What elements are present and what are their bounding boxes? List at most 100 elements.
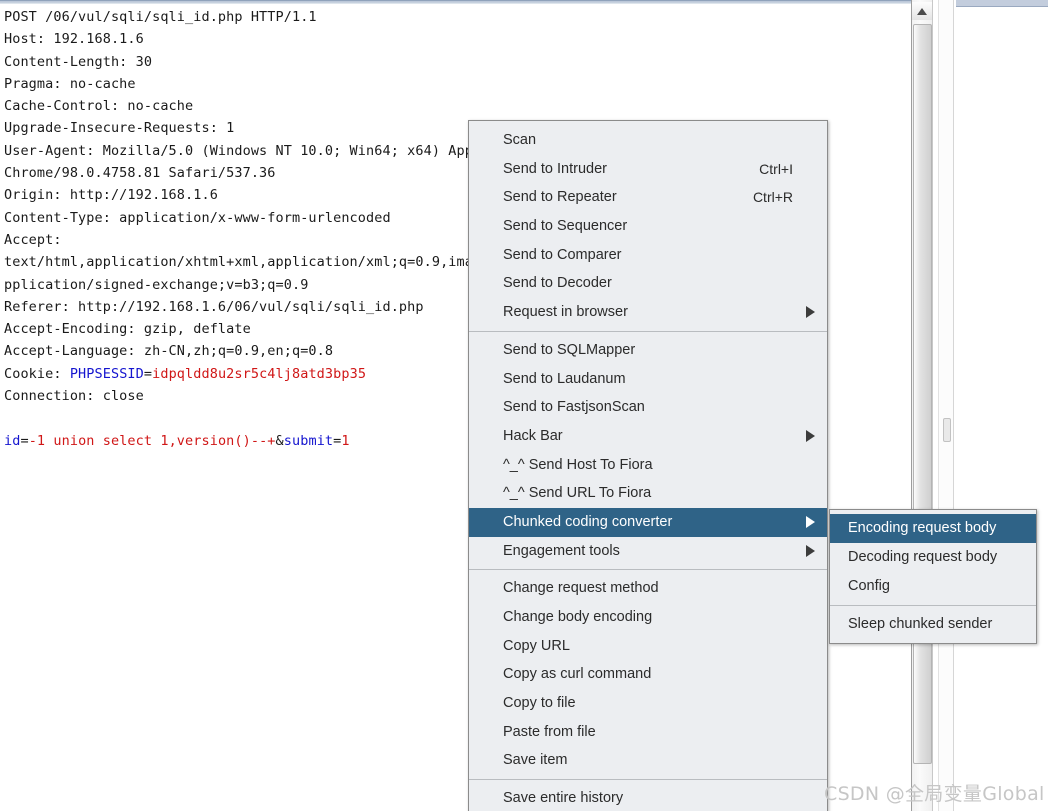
param-name: id bbox=[4, 432, 21, 449]
request-text: Referer: http://192.168.1.6/06/vul/sqli/… bbox=[4, 298, 424, 315]
menu-item-label: ^_^ Send Host To Fiora bbox=[503, 456, 653, 473]
menu-separator bbox=[469, 569, 827, 571]
menu-separator bbox=[469, 779, 827, 781]
request-text: Accept-Language: zh-CN,zh;q=0.9,en;q=0.8 bbox=[4, 343, 334, 360]
editor-vertical-scrollbar[interactable] bbox=[911, 0, 933, 811]
request-line: Content-Length: 30 bbox=[4, 51, 909, 73]
menu-item-label: Send to Laudanum bbox=[503, 370, 626, 387]
menu-item-label: ^_^ Send URL To Fiora bbox=[503, 485, 652, 502]
menu-item-copy-to-file[interactable]: Copy to file bbox=[469, 689, 827, 718]
submenu-item-decoding-request-body[interactable]: Decoding request body bbox=[830, 543, 1036, 572]
chunked-coding-converter-submenu[interactable]: Encoding request body Decoding request bo… bbox=[829, 509, 1037, 644]
request-text: Chrome/98.0.4758.81 Safari/537.36 bbox=[4, 165, 276, 182]
request-line: POST /06/vul/sqli/sqli_id.php HTTP/1.1 bbox=[4, 6, 909, 28]
menu-item-label: Config bbox=[848, 578, 890, 594]
menu-item-label: Send to Repeater bbox=[503, 189, 617, 206]
menu-item-request-in-browser[interactable]: Request in browser bbox=[469, 298, 827, 327]
menu-item-label: Save item bbox=[503, 752, 568, 769]
menu-item-label: Sleep chunked sender bbox=[848, 616, 993, 632]
right-panel-header bbox=[956, 0, 1048, 7]
submenu-arrow-icon bbox=[806, 306, 815, 319]
menu-item-send-to-repeater[interactable]: Send to Repeater Ctrl+R bbox=[469, 183, 827, 212]
submenu-item-encoding-request-body[interactable]: Encoding request body bbox=[830, 514, 1036, 543]
menu-item-label: Hack Bar bbox=[503, 427, 563, 444]
menu-item-label: Send to SQLMapper bbox=[503, 341, 636, 358]
request-text: Upgrade-Insecure-Requests: 1 bbox=[4, 120, 235, 137]
csdn-watermark: CSDN @全局变量Global bbox=[824, 783, 1045, 805]
request-text: & bbox=[275, 432, 284, 449]
menu-item-shortcut: Ctrl+R bbox=[752, 189, 793, 206]
request-text: Origin: http://192.168.1.6 bbox=[4, 187, 218, 204]
menu-item-chunked-coding-converter[interactable]: Chunked coding converter bbox=[469, 507, 827, 537]
menu-item-label: Engagement tools bbox=[503, 542, 620, 559]
param-value: 1 bbox=[341, 432, 350, 449]
panel-scrollbar-thumb[interactable] bbox=[943, 418, 951, 442]
menu-item-change-request-method[interactable]: Change request method bbox=[469, 574, 827, 603]
request-line: Cache-Control: no-cache bbox=[4, 95, 909, 117]
menu-item-send-to-sqlmapper[interactable]: Send to SQLMapper bbox=[469, 336, 827, 365]
right-side-panel bbox=[956, 0, 1048, 811]
menu-item-send-to-laudanum[interactable]: Send to Laudanum bbox=[469, 365, 827, 394]
scrollbar-up-button[interactable] bbox=[912, 2, 932, 20]
menu-item-label: Copy to file bbox=[503, 695, 576, 712]
menu-item-send-host-to-fiora[interactable]: ^_^ Send Host To Fiora bbox=[469, 451, 827, 480]
request-text: Content-Length: 30 bbox=[4, 53, 153, 70]
request-text: Host: 192.168.1.6 bbox=[4, 31, 144, 48]
request-text: Cache-Control: no-cache bbox=[4, 98, 194, 115]
request-text: pplication/signed-exchange;v=b3;q=0.9 bbox=[4, 276, 309, 293]
menu-item-send-to-comparer[interactable]: Send to Comparer bbox=[469, 241, 827, 270]
request-text: = bbox=[143, 365, 153, 382]
request-text: Accept-Encoding: gzip, deflate bbox=[4, 321, 251, 338]
menu-separator bbox=[830, 605, 1036, 606]
menu-item-label: Send to Sequencer bbox=[503, 218, 628, 235]
submenu-arrow-icon bbox=[806, 516, 815, 529]
menu-item-send-to-decoder[interactable]: Send to Decoder bbox=[469, 269, 827, 298]
request-line: Host: 192.168.1.6 bbox=[4, 28, 909, 50]
triangle-up-icon bbox=[917, 7, 927, 15]
menu-item-label: Copy URL bbox=[503, 637, 570, 654]
param-value: idpqldd8u2sr5c4lj8atd3bp35 bbox=[152, 365, 367, 382]
screenshot-root: POST /06/vul/sqli/sqli_id.php HTTP/1.1 Ho… bbox=[0, 0, 1048, 811]
panel-vertical-scrollbar[interactable] bbox=[938, 0, 954, 811]
param-name: PHPSESSID bbox=[69, 365, 144, 382]
param-value: -1 union select 1,version()--+ bbox=[28, 432, 276, 449]
menu-item-paste-from-file[interactable]: Paste from file bbox=[469, 718, 827, 747]
menu-item-change-body-encoding[interactable]: Change body encoding bbox=[469, 603, 827, 632]
scrollbar-thumb[interactable] bbox=[913, 24, 932, 764]
menu-item-label: Scan bbox=[503, 132, 537, 148]
menu-item-label: Send to Decoder bbox=[503, 275, 612, 292]
menu-separator bbox=[469, 330, 827, 332]
menu-item-shortcut: Ctrl+I bbox=[759, 160, 793, 177]
menu-item-label: Encoding request body bbox=[848, 520, 997, 536]
menu-item-engagement-tools[interactable]: Engagement tools bbox=[469, 537, 827, 566]
menu-item-label: Change request method bbox=[503, 580, 659, 597]
request-text: POST /06/vul/sqli/sqli_id.php HTTP/1.1 bbox=[4, 9, 317, 25]
menu-item-label: Save entire history bbox=[503, 790, 624, 807]
menu-item-copy-url[interactable]: Copy URL bbox=[469, 632, 827, 661]
menu-item-send-to-fastjsonscan[interactable]: Send to FastjsonScan bbox=[469, 393, 827, 422]
menu-item-send-to-sequencer[interactable]: Send to Sequencer bbox=[469, 212, 827, 241]
submenu-arrow-icon bbox=[806, 544, 815, 557]
submenu-item-sleep-chunked-sender[interactable]: Sleep chunked sender bbox=[830, 610, 1036, 639]
submenu-item-config[interactable]: Config bbox=[830, 572, 1036, 601]
menu-item-label: Change body encoding bbox=[503, 609, 653, 625]
submenu-arrow-icon bbox=[806, 430, 815, 443]
menu-item-label: Copy as curl command bbox=[503, 666, 652, 683]
menu-item-hack-bar[interactable]: Hack Bar bbox=[469, 422, 827, 451]
menu-item-copy-as-curl-command[interactable]: Copy as curl command bbox=[469, 660, 827, 689]
request-text: Accept: bbox=[4, 231, 62, 248]
context-menu[interactable]: Scan Send to Intruder Ctrl+I Send to Repeat… bbox=[468, 120, 828, 811]
request-text: Content-Type: application/x-www-form-url… bbox=[4, 209, 391, 226]
menu-item-send-to-intruder[interactable]: Send to Intruder Ctrl+I bbox=[469, 155, 827, 184]
editor-top-divider bbox=[0, 0, 911, 4]
request-text: Cookie: bbox=[4, 365, 70, 382]
param-name: submit bbox=[283, 432, 334, 449]
menu-item-label: Send to Intruder bbox=[503, 160, 607, 177]
menu-item-send-url-to-fiora[interactable]: ^_^ Send URL To Fiora bbox=[469, 479, 827, 508]
menu-item-scan[interactable]: Scan bbox=[469, 126, 827, 155]
menu-item-save-item[interactable]: Save item bbox=[469, 746, 827, 775]
menu-item-save-entire-history[interactable]: Save entire history bbox=[469, 784, 827, 811]
menu-item-label: Request in browser bbox=[503, 304, 628, 321]
menu-item-label: Decoding request body bbox=[848, 549, 998, 565]
menu-item-label: Send to Comparer bbox=[503, 246, 622, 263]
